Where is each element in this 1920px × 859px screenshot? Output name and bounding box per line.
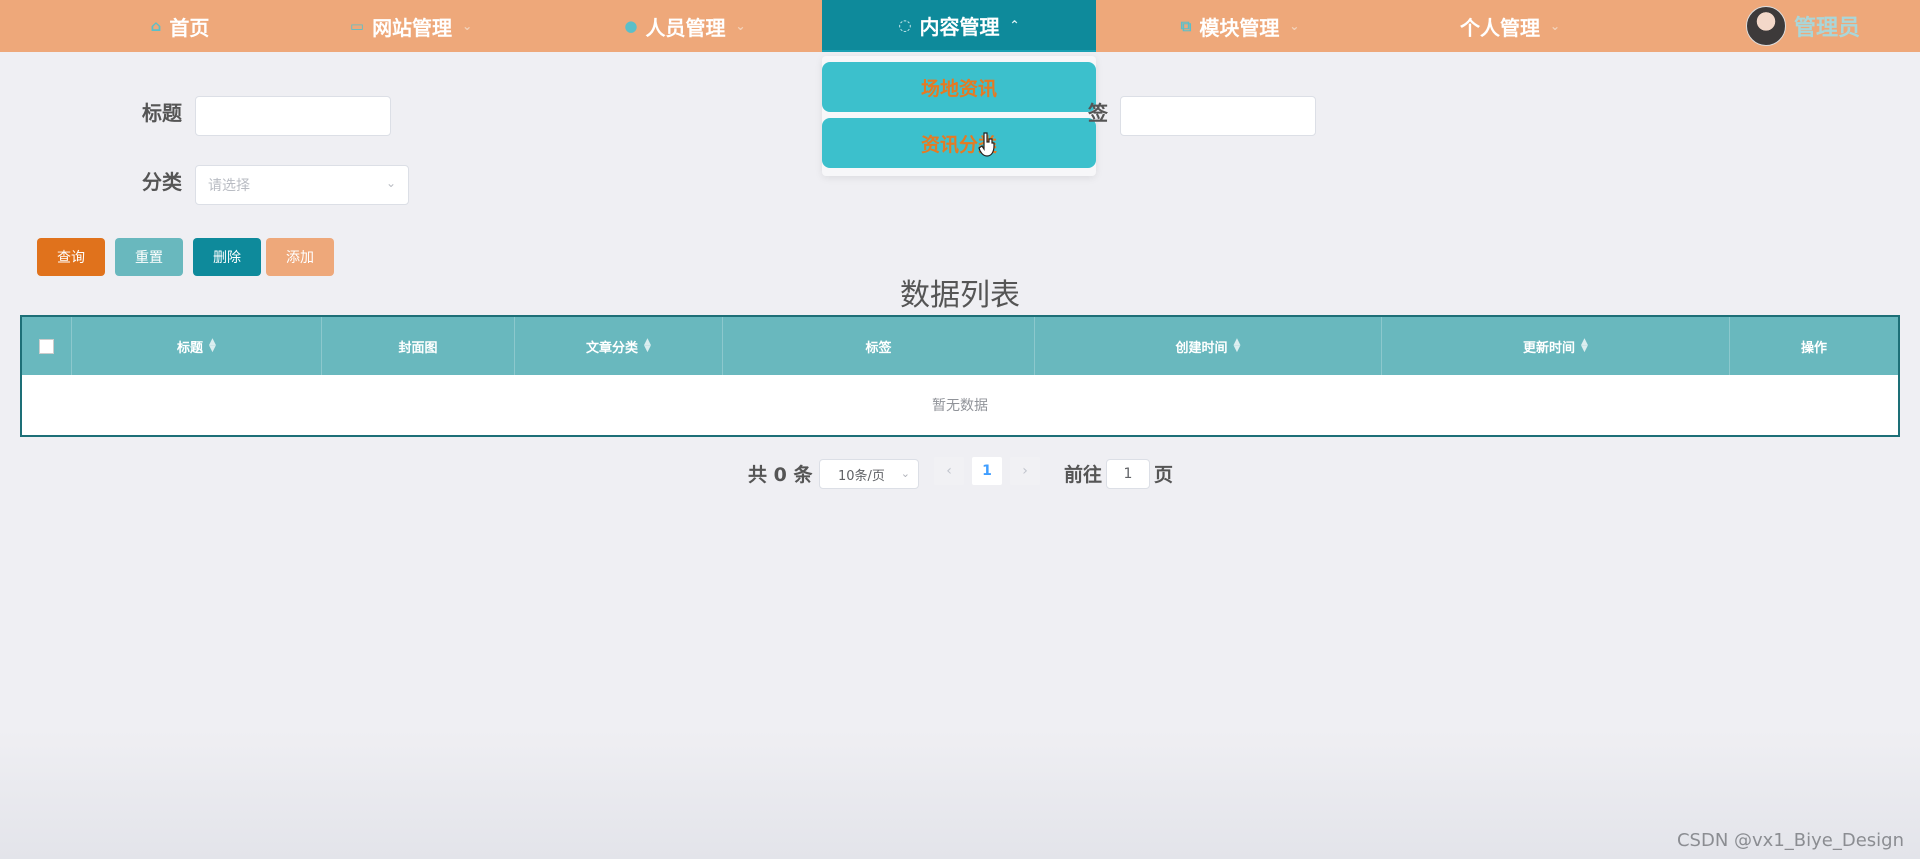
select-all-checkbox[interactable] — [39, 338, 54, 354]
user-icon: ● — [624, 17, 638, 35]
nav-personal-management[interactable]: 个人管理 ⌄ — [1440, 0, 1580, 52]
chevron-right-icon: › — [1022, 463, 1028, 479]
chevron-up-icon: ⌃ — [1009, 18, 1020, 32]
column-category[interactable]: 文章分类 ▲ ▼ — [515, 317, 723, 375]
tag-input[interactable] — [1120, 96, 1316, 136]
copy-icon: ⧉ — [1180, 17, 1192, 35]
table-title: 数据列表 — [900, 278, 1020, 313]
category-label: 分类 — [142, 170, 182, 194]
column-cover: 封面图 — [322, 317, 515, 375]
chat-icon: ◌ — [898, 16, 912, 34]
sort-icon[interactable]: ▲ ▼ — [644, 338, 651, 354]
table-header: 标题 ▲ ▼ 封面图 文章分类 ▲ ▼ 标签 创建时间 ▲ ▼ 更新时间 ▲ ▼ 操作 — [22, 317, 1898, 375]
column-category-label: 文章分类 — [586, 340, 639, 356]
goto-page-input[interactable]: 1 — [1106, 459, 1150, 489]
column-actions: 操作 — [1730, 317, 1898, 375]
column-updated-time-label: 更新时间 — [1523, 340, 1576, 356]
data-table: 标题 ▲ ▼ 封面图 文章分类 ▲ ▼ 标签 创建时间 ▲ ▼ 更新时间 ▲ ▼ 操作 … — [20, 315, 1900, 437]
nav-site-management-label: 网站管理 — [372, 15, 453, 40]
nav-people-management[interactable]: ● 人员管理 ⌄ — [600, 0, 770, 52]
prev-page-button[interactable]: ‹ — [934, 457, 964, 485]
chevron-down-icon: ⌄ — [1289, 19, 1300, 33]
title-label: 标题 — [142, 101, 182, 125]
chevron-down-icon: ⌄ — [1549, 19, 1561, 33]
nav-module-management[interactable]: ⧉ 模块管理 ⌄ — [1155, 0, 1325, 52]
select-all-cell — [22, 317, 72, 375]
column-tags-label: 标签 — [865, 340, 892, 356]
column-cover-label: 封面图 — [398, 340, 438, 356]
nav-home-label: 首页 — [169, 15, 210, 40]
page-footer-fade — [0, 730, 1920, 859]
column-actions-label: 操作 — [1800, 340, 1827, 356]
sort-icon[interactable]: ▲ ▼ — [1581, 338, 1588, 354]
nav-site-management[interactable]: ▭ 网站管理 ⌄ — [326, 0, 496, 52]
category-select[interactable]: 请选择 ⌄ — [195, 165, 409, 205]
avatar — [1746, 6, 1786, 46]
page-size-value: 10条/页 — [838, 468, 885, 484]
nav-personal-management-label: 个人管理 — [1459, 15, 1540, 40]
column-title-label: 标题 — [177, 340, 204, 356]
nav-people-management-label: 人员管理 — [645, 15, 726, 40]
dropdown-item-news-category[interactable]: 资讯分类 — [822, 118, 1096, 168]
chevron-down-icon: ⌄ — [900, 467, 910, 480]
sort-icon[interactable]: ▲ ▼ — [209, 338, 216, 354]
page-number-1[interactable]: 1 — [972, 457, 1002, 485]
pagination-total: 共 0 条 — [748, 464, 813, 486]
user-name: 管理员 — [1794, 16, 1861, 41]
monitor-icon: ▭ — [349, 17, 365, 35]
hand-cursor-icon — [978, 132, 995, 157]
category-placeholder: 请选择 — [208, 178, 250, 194]
nav-content-management[interactable]: ◌ 内容管理 ⌃ — [822, 0, 1096, 52]
top-navbar: ⌂ 首页 ▭ 网站管理 ⌄ ● 人员管理 ⌄ ◌ 内容管理 ⌃ ⧉ 模块管理 ⌄… — [0, 0, 1920, 52]
nav-module-management-label: 模块管理 — [1199, 15, 1280, 40]
chevron-down-icon: ⌄ — [462, 19, 473, 33]
title-input[interactable] — [195, 96, 391, 136]
chevron-down-icon: ⌄ — [385, 176, 396, 190]
page-size-select[interactable]: 10条/页 ⌄ — [819, 459, 919, 489]
column-title[interactable]: 标题 ▲ ▼ — [72, 317, 322, 375]
watermark: CSDN @vx1_Biye_Design — [1676, 830, 1904, 851]
goto-prefix: 前往 — [1064, 464, 1103, 486]
nav-home[interactable]: ⌂ 首页 — [100, 0, 260, 52]
dropdown-item-venue-news[interactable]: 场地资讯 — [822, 62, 1096, 112]
goto-suffix: 页 — [1154, 464, 1174, 486]
tag-label: 签 — [1088, 101, 1108, 125]
column-updated-time[interactable]: 更新时间 ▲ ▼ — [1382, 317, 1730, 375]
nav-content-management-label: 内容管理 — [919, 14, 1000, 39]
chevron-left-icon: ‹ — [946, 463, 952, 479]
user-menu[interactable]: 管理员 — [1746, 6, 1860, 46]
content-management-dropdown: 场地资讯 资讯分类 — [822, 56, 1096, 176]
empty-state: 暂无数据 — [932, 398, 988, 414]
column-tags: 标签 — [723, 317, 1035, 375]
home-icon: ⌂ — [150, 17, 162, 35]
next-page-button[interactable]: › — [1010, 457, 1040, 485]
column-created-time-label: 创建时间 — [1175, 340, 1228, 356]
chevron-down-icon: ⌄ — [735, 19, 746, 33]
sort-icon[interactable]: ▲ ▼ — [1234, 338, 1241, 354]
column-created-time[interactable]: 创建时间 ▲ ▼ — [1035, 317, 1382, 375]
